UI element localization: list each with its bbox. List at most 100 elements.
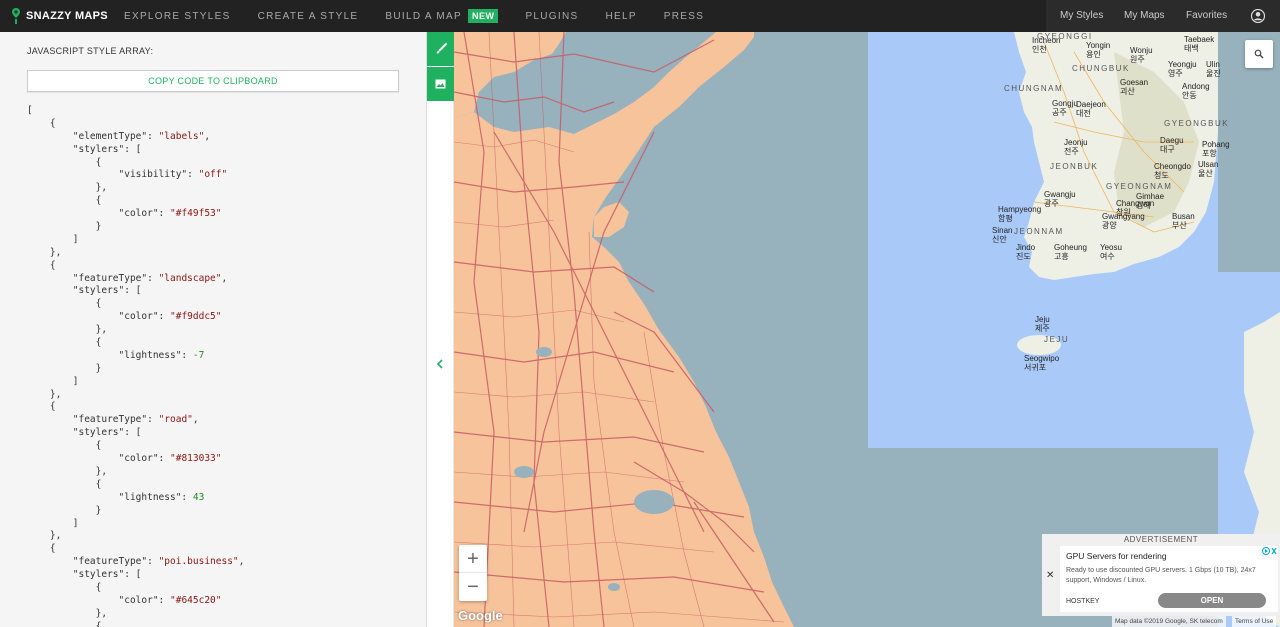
nav-help[interactable]: HELP [605,0,636,32]
china-landmass-east [454,32,794,627]
city-label-andong: Andong 안동 [1182,82,1210,100]
code-line: { [27,298,417,311]
nav-press[interactable]: PRESS [664,0,704,32]
city-label-ulsan: Ulsan 울산 [1198,160,1219,178]
city-label-taebaek: Taebaek 태백 [1184,35,1215,53]
code-punct: { [27,298,102,310]
city-label-gwangju: Gwangju 광주 [1044,190,1076,208]
ad-choices-icon[interactable] [1262,546,1278,556]
region-label: JEONBUK [1050,162,1099,171]
user-nav: My Styles My Maps Favorites [1046,0,1280,32]
code-line: { [27,337,417,350]
nav-my-maps[interactable]: My Maps [1124,0,1165,32]
code-punct: ] [27,233,79,245]
advertisement: ADVERTISEMENT ✕ GPU Servers for renderin… [1042,534,1280,616]
code-line: "color": "#645c20" [27,595,417,608]
copy-code-button[interactable]: COPY CODE TO CLIPBOARD [27,70,399,92]
code-punct: "color": [27,208,170,220]
code-line: }, [27,247,417,260]
city-label-yongin: Yongin 용인 [1086,41,1111,59]
nav-my-styles[interactable]: My Styles [1060,0,1103,32]
style-array-code: [ { "elementType": "labels", "stylers": … [27,105,417,627]
lake [608,583,620,591]
city-label-yeongju: Yeongju 영주 [1168,60,1197,78]
nav-create-a-style[interactable]: CREATE A STYLE [258,0,359,32]
map-search-button[interactable] [1245,40,1273,68]
code-line: "lightness": 43 [27,492,417,505]
city-label-gwangyang: Gwangyang 광양 [1102,212,1145,230]
code-line: ] [27,518,417,531]
code-line: { [27,401,417,414]
main-nav: EXPLORE STYLES CREATE A STYLE BUILD A MA… [112,0,704,32]
code-line: { [27,621,417,627]
brand-logo[interactable]: SNAZZY MAPS [0,0,112,32]
code-punct: { [27,581,102,593]
city-label-incheon: Incheon 인천 [1032,36,1061,54]
google-logo: Google [458,608,503,623]
code-line: { [27,157,417,170]
code-punct: "featureType": [27,414,159,426]
panel-title: JAVASCRIPT STYLE ARRAY: [27,46,154,56]
code-line: }, [27,530,417,543]
code-punct: { [27,543,56,555]
code-punct: "stylers": [ [27,569,142,581]
ad-open-button[interactable]: OPEN [1158,593,1266,608]
code-punct: , [221,272,228,284]
code-punct: , [204,130,211,142]
code-line: "featureType": "landscape", [27,273,417,286]
code-punct: }, [27,324,108,336]
code-string: "labels" [158,130,205,142]
zoom-out-button[interactable]: − [459,573,487,601]
city-label-hampyeong: Hampyeong 함평 [998,205,1042,223]
code-line: { [27,440,417,453]
map-tool-strip [427,32,454,627]
nav-plugins[interactable]: PLUGINS [525,0,578,32]
map-pin-icon [12,8,20,24]
code-line: "elementType": "labels", [27,131,417,144]
code-punct: { [27,401,56,413]
code-line: "stylers": [ [27,427,417,440]
code-number: 43 [192,491,205,503]
code-punct: { [27,620,102,627]
code-punct: "stylers": [ [27,143,142,155]
city-label-jeonju: Jeonju 전주 [1064,138,1088,156]
code-line: }, [27,608,417,621]
code-line: "stylers": [ [27,144,417,157]
tai-lake [634,490,674,514]
code-punct: "stylers": [ [27,285,142,297]
ad-brand: HOSTKEY [1066,598,1100,605]
code-string: "poi.business" [158,556,239,568]
code-punct: "color": [27,311,170,323]
code-string: "#f9ddc5" [170,311,222,323]
zoom-in-button[interactable]: + [459,545,487,573]
map-credits: Map data ©2019 Google, SK telecom [1112,616,1226,627]
city-label-pohang: Pohang 포항 [1202,140,1230,158]
code-punct: ] [27,517,79,529]
image-view-button[interactable] [427,67,454,101]
collapse-panel-icon[interactable] [436,359,444,369]
ad-header: ADVERTISEMENT [1123,535,1199,544]
nav-explore-styles[interactable]: EXPLORE STYLES [124,0,231,32]
nav-favorites[interactable]: Favorites [1186,0,1227,32]
ad-title: GPU Servers for rendering [1066,551,1167,561]
nav-build-a-map[interactable]: BUILD A MAP NEW [385,0,499,32]
code-punct: "featureType": [27,272,159,284]
code-line: "stylers": [ [27,285,417,298]
top-navigation-bar: SNAZZY MAPS EXPLORE STYLES CREATE A STYL… [0,0,1280,32]
ad-card[interactable]: GPU Servers for rendering Ready to use d… [1060,546,1278,612]
ad-body: Ready to use discounted GPU servers. 1 G… [1066,567,1256,584]
code-line: ] [27,376,417,389]
ad-close-icon[interactable]: ✕ [1046,570,1054,581]
code-punct: "visibility": [27,169,199,181]
user-account-icon[interactable] [1251,9,1265,23]
terms-of-use-link[interactable]: Terms of Use [1232,616,1277,627]
code-punct: "lightness": [27,491,193,503]
code-line: "featureType": "road", [27,414,417,427]
region-label: GYEONGBUK [1164,119,1230,128]
code-punct: } [27,504,102,516]
code-punct: }, [27,607,108,619]
edit-style-button[interactable] [427,32,454,66]
code-line: "color": "#f9ddc5" [27,311,417,324]
region-label: JEONNAM [1014,227,1064,236]
code-line: { [27,479,417,492]
